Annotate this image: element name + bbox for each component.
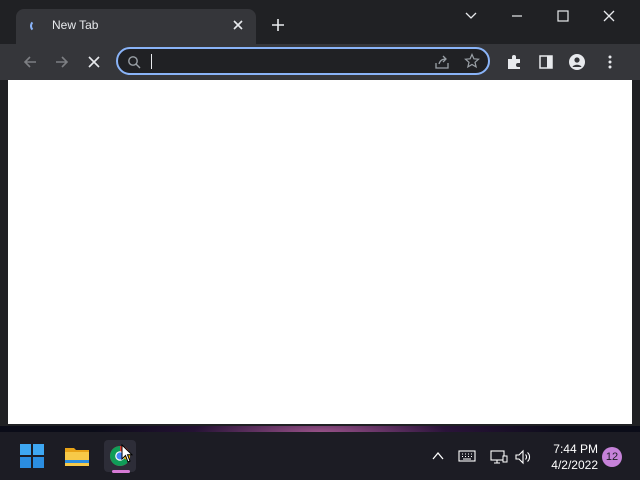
network-icon[interactable] <box>490 449 508 470</box>
tab-new-tab[interactable]: New Tab <box>16 9 256 44</box>
minimize-button[interactable] <box>494 4 540 28</box>
back-button[interactable] <box>18 50 42 74</box>
address-bar[interactable] <box>116 47 490 75</box>
loading-spinner-icon <box>30 20 42 32</box>
mouse-cursor-icon <box>121 443 134 469</box>
tab-close-icon[interactable] <box>230 17 246 33</box>
title-bar: New Tab <box>0 0 640 44</box>
clock-date: 4/2/2022 <box>551 458 598 472</box>
file-explorer-icon[interactable] <box>61 440 93 472</box>
share-icon[interactable] <box>434 54 450 75</box>
taskbar-clock[interactable]: 7:44 PM 4/2/2022 <box>540 441 598 473</box>
maximize-button[interactable] <box>540 4 586 28</box>
speaker-icon[interactable] <box>514 449 532 470</box>
kebab-menu-icon[interactable] <box>599 51 621 73</box>
tab-search-button[interactable] <box>448 4 494 28</box>
close-window-button[interactable] <box>586 4 632 28</box>
active-app-indicator <box>112 470 130 473</box>
page-content[interactable] <box>8 80 632 424</box>
clock-time: 7:44 PM <box>553 442 598 456</box>
search-icon <box>127 55 141 74</box>
keyboard-icon[interactable] <box>458 449 476 468</box>
forward-button[interactable] <box>50 50 74 74</box>
stop-loading-button[interactable] <box>82 50 106 74</box>
chevron-up-icon[interactable] <box>431 449 445 468</box>
toolbar <box>0 44 640 80</box>
address-input[interactable] <box>146 52 426 70</box>
tab-title: New Tab <box>52 18 99 32</box>
browser-window: New Tab <box>0 0 640 426</box>
bookmark-star-icon[interactable] <box>464 53 480 74</box>
extensions-icon[interactable] <box>503 51 525 73</box>
text-caret <box>151 54 152 69</box>
profile-icon[interactable] <box>566 51 588 73</box>
side-panel-icon[interactable] <box>535 51 557 73</box>
new-tab-button[interactable] <box>268 15 288 35</box>
windows-start-icon[interactable] <box>16 440 48 472</box>
notification-badge[interactable]: 12 <box>602 447 622 467</box>
